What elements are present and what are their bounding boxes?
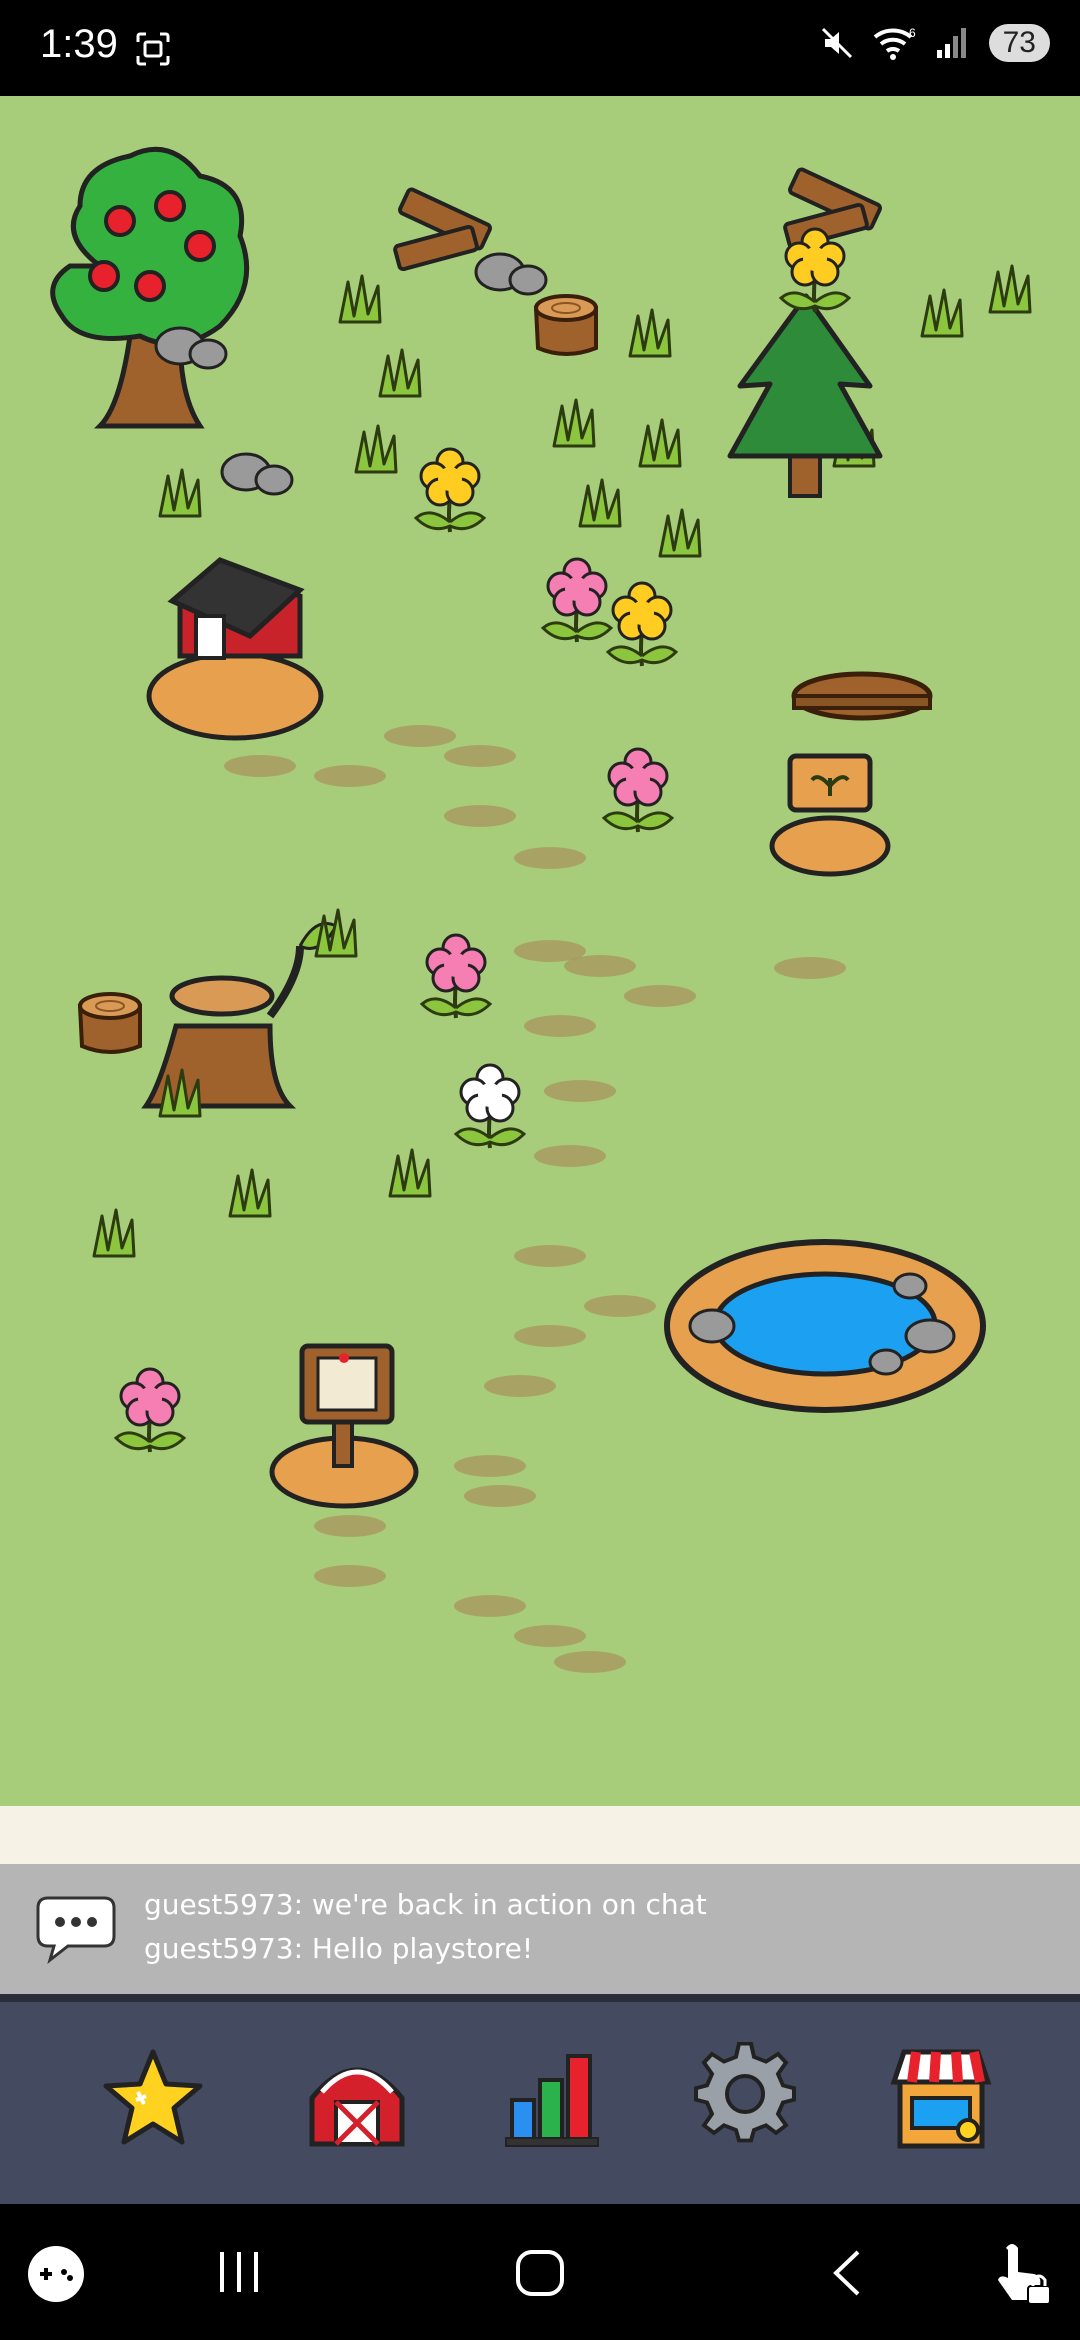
wifi-icon: 6 (873, 26, 916, 60)
grass-tuft (314, 908, 358, 958)
status-bar: 1:39 6 73 (0, 0, 1080, 96)
signal-icon (936, 28, 966, 58)
battery-indicator: 73 (988, 24, 1050, 62)
back-icon[interactable] (828, 2248, 868, 2298)
gear-icon[interactable] (690, 2042, 800, 2152)
wooden-platform[interactable] (791, 671, 933, 721)
screenshot-icon (136, 32, 170, 66)
apple-tree[interactable] (50, 146, 250, 429)
grass-tuft (578, 478, 622, 528)
tree-stump[interactable] (78, 992, 142, 1054)
grass-tuft (378, 348, 422, 398)
rocks (220, 452, 294, 496)
grass-tuft (92, 1208, 136, 1258)
notice-board[interactable] (269, 1343, 419, 1509)
grass-tuft (658, 508, 702, 558)
chat-message: guest5973: Hello playstore! (144, 1932, 534, 1965)
chat-message: guest5973: we're back in action on chat (144, 1888, 707, 1921)
rocks (154, 326, 228, 370)
game-toolbar (0, 2002, 1080, 2204)
grass-tuft (552, 398, 596, 448)
grass-tuft (354, 424, 398, 474)
shop-icon[interactable] (886, 2042, 996, 2152)
tree-stump[interactable] (534, 294, 598, 356)
grass-tuft (638, 418, 682, 468)
toolbar-divider (0, 1994, 1080, 2002)
svg-text:6: 6 (909, 26, 916, 40)
grass-tuft (158, 468, 202, 518)
recents-icon[interactable] (214, 2250, 264, 2294)
flower-pink (541, 557, 613, 644)
chat-panel[interactable]: guest5973: we're back in action on chat … (0, 1864, 1080, 1994)
system-nav-bar (0, 2204, 1080, 2340)
status-time: 1:39 (40, 22, 118, 66)
grass-tuft (228, 1168, 272, 1218)
flower-yellow (606, 581, 678, 668)
mute-icon (821, 27, 852, 59)
grass-tuft (628, 308, 672, 358)
home-icon[interactable] (514, 2248, 566, 2298)
rocks (474, 252, 548, 296)
game-field[interactable] (0, 96, 1080, 1806)
dirt-path (224, 725, 846, 1673)
touch-lock-icon[interactable] (992, 2238, 1056, 2308)
red-barn[interactable] (146, 557, 324, 741)
flower-white (454, 1063, 526, 1150)
big-stump[interactable] (141, 922, 339, 1109)
plant-sign[interactable] (769, 753, 891, 877)
flower-pink (420, 933, 492, 1020)
grass-tuft (338, 274, 382, 324)
grass-tuft (388, 1148, 432, 1198)
divider-strip (0, 1806, 1080, 1864)
flower-yellow (414, 447, 486, 534)
chat-bubble-icon[interactable] (34, 1894, 118, 1964)
flower-pink (114, 1367, 186, 1454)
star-icon[interactable] (98, 2042, 208, 2152)
flower-pink (602, 747, 674, 834)
barn-icon[interactable] (302, 2042, 412, 2152)
grass-tuft (920, 288, 964, 338)
grass-tuft (988, 264, 1032, 314)
pond[interactable] (664, 1239, 986, 1413)
gamepad-icon[interactable] (24, 2244, 88, 2304)
stats-icon[interactable] (498, 2042, 608, 2152)
